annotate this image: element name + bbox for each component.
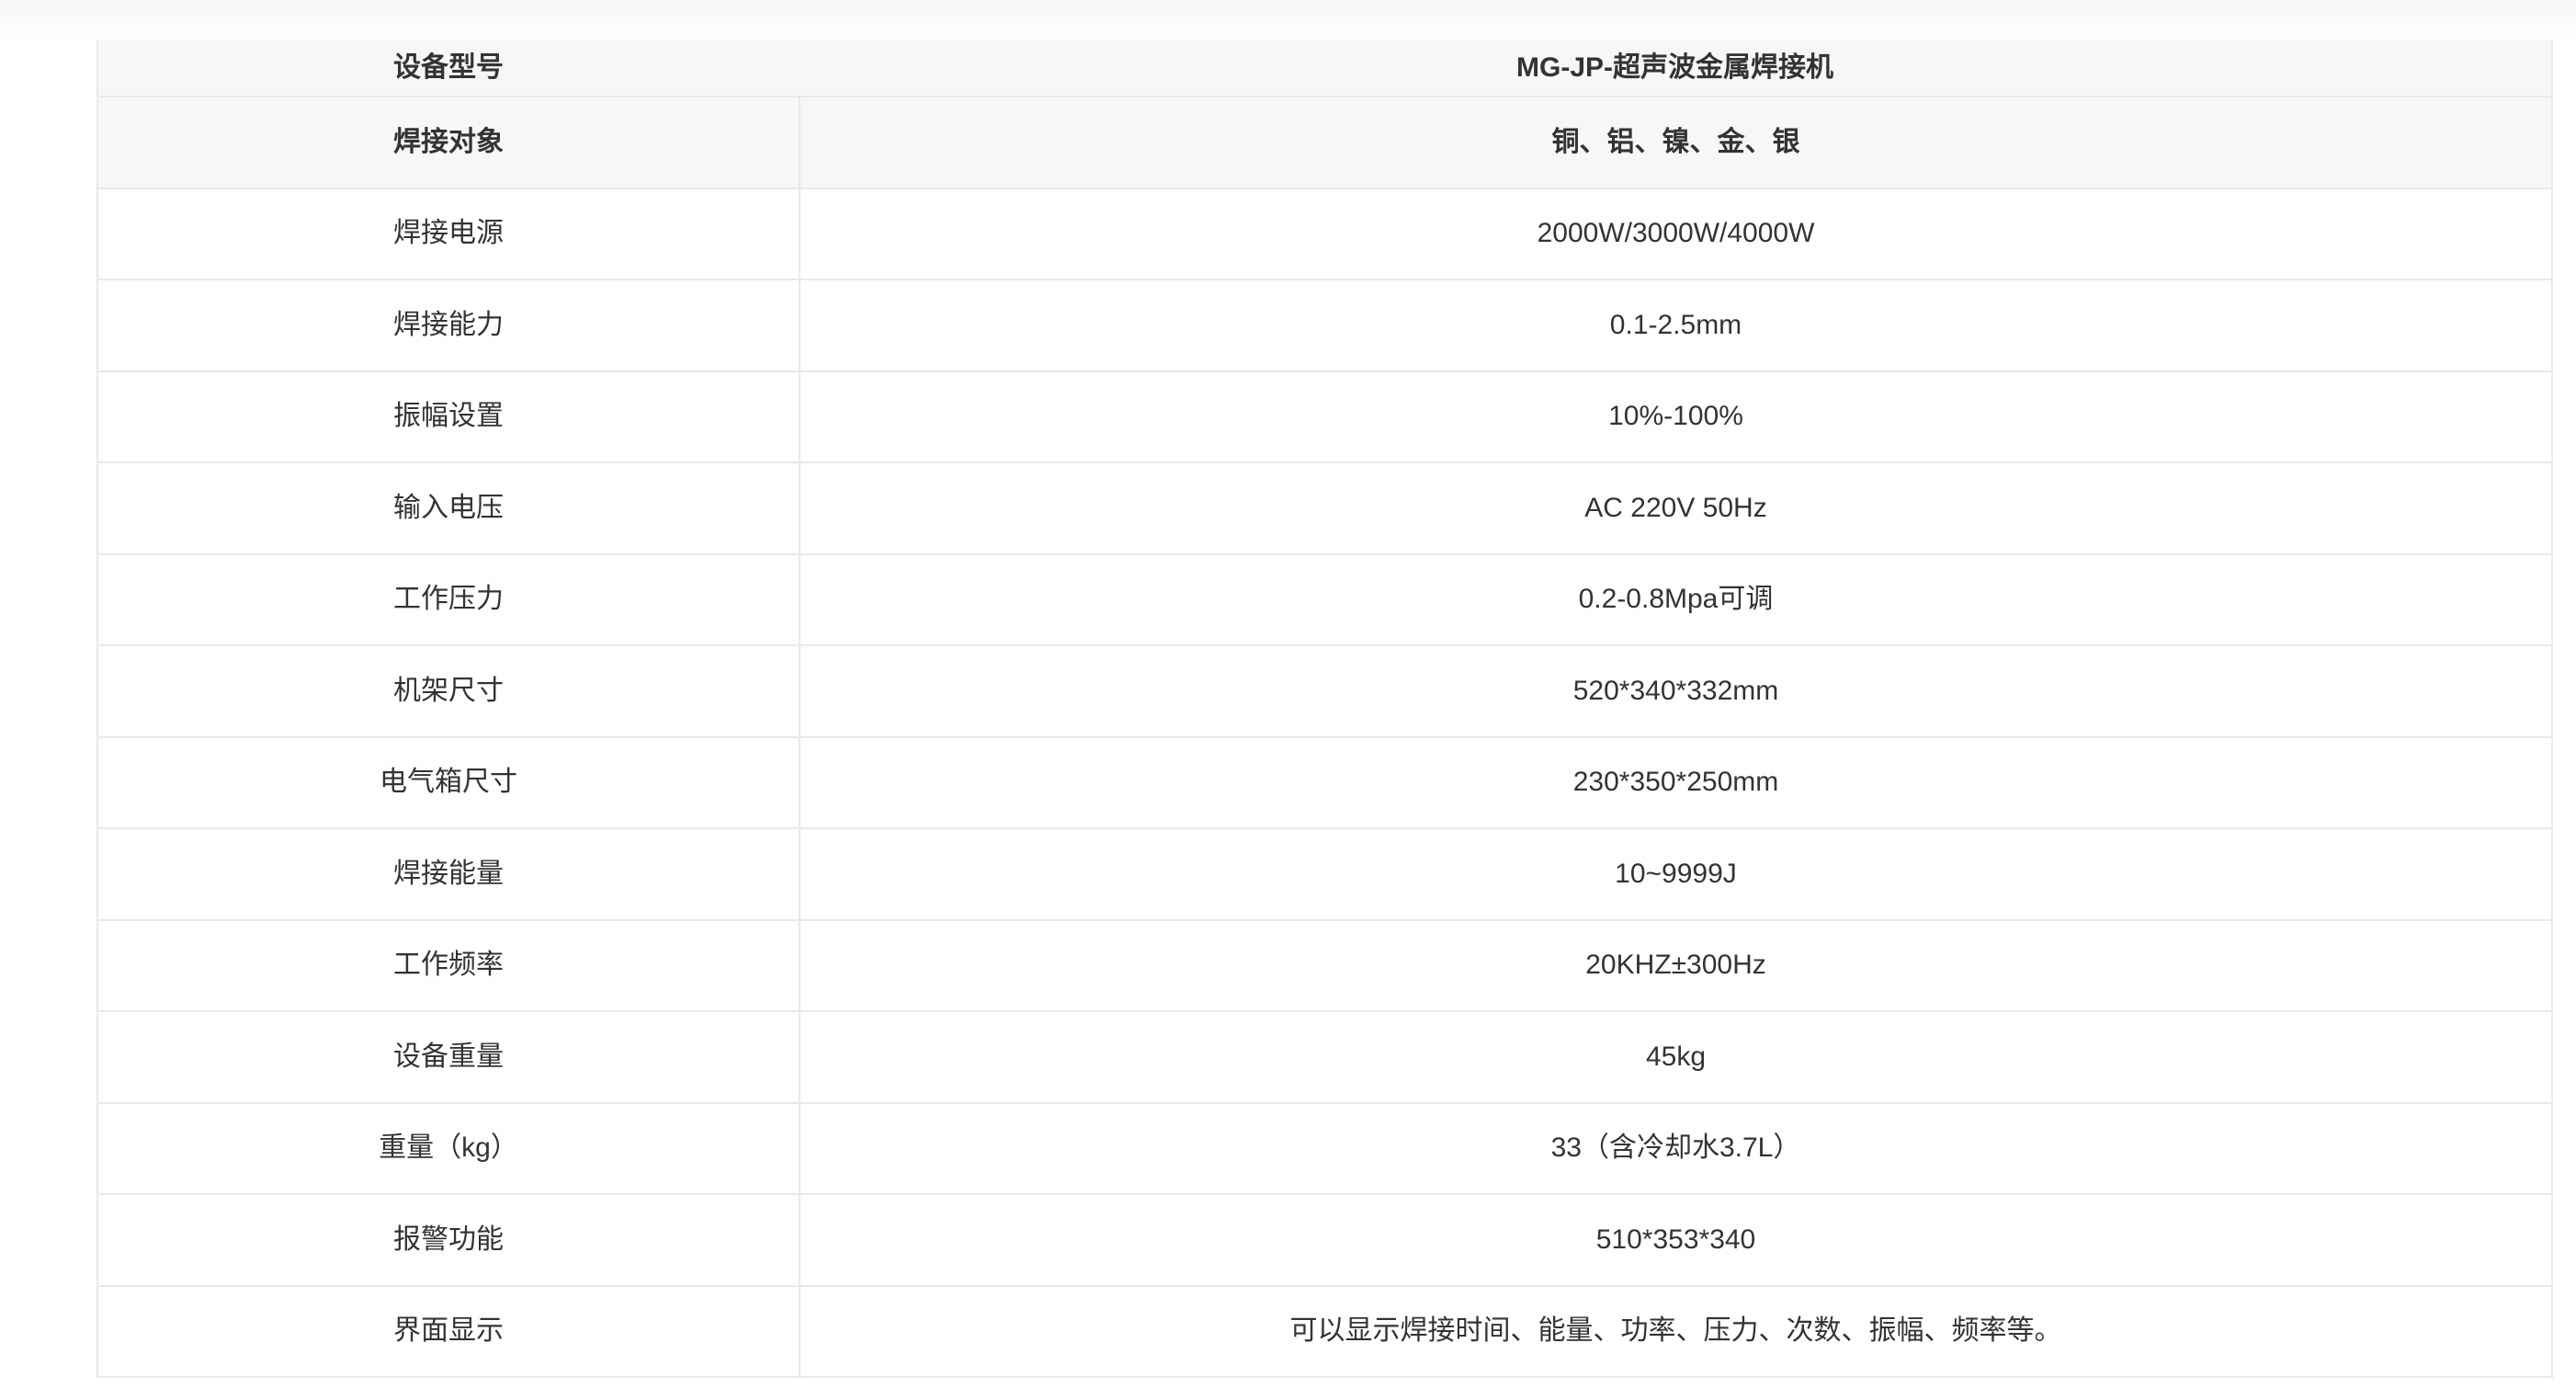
spec-value: 可以显示焊接时间、能量、功率、压力、次数、振幅、频率等。 [799, 1287, 2551, 1377]
spec-value: 520*340*332mm [799, 646, 2551, 736]
table-body: 焊接对象 铜、铝、镍、金、银 焊接电源 2000W/3000W/4000W 焊接… [98, 96, 2551, 1376]
spec-value: 0.2-0.8Mpa可调 [799, 555, 2551, 645]
spec-label: 重量（kg） [98, 1104, 799, 1194]
spec-value: 铜、铝、镍、金、银 [799, 97, 2551, 188]
spec-value: 10~9999J [799, 829, 2551, 919]
table-row: 焊接电源 2000W/3000W/4000W [98, 188, 2551, 279]
spec-value: 10%-100% [799, 372, 2551, 462]
spec-value: 0.1-2.5mm [799, 280, 2551, 370]
spec-label: 焊接电源 [98, 189, 799, 279]
table-row: 界面显示 可以显示焊接时间、能量、功率、压力、次数、振幅、频率等。 [98, 1285, 2551, 1377]
table-row: 重量（kg） 33（含冷却水3.7L） [98, 1102, 2551, 1194]
table-row: 工作压力 0.2-0.8Mpa可调 [98, 553, 2551, 645]
table-row: 电气箱尺寸 230*350*250mm [98, 736, 2551, 828]
spec-label: 电气箱尺寸 [98, 738, 799, 828]
spec-value: 33（含冷却水3.7L） [799, 1104, 2551, 1194]
spec-label: 焊接能力 [98, 280, 799, 370]
header-label-cell: 设备型号 [98, 40, 799, 96]
table-row: 焊接能量 10~9999J [98, 827, 2551, 919]
spec-label: 焊接对象 [98, 97, 799, 188]
spec-label: 工作频率 [98, 921, 799, 1011]
spec-value: 20KHZ±300Hz [799, 921, 2551, 1011]
table-header-row: 设备型号 MG-JP-超声波金属焊接机 [98, 40, 2551, 96]
spec-label: 设备重量 [98, 1012, 799, 1102]
spec-label: 焊接能量 [98, 829, 799, 919]
spec-label: 工作压力 [98, 555, 799, 645]
spec-label: 界面显示 [98, 1287, 799, 1377]
header-value-cell: MG-JP-超声波金属焊接机 [799, 40, 2551, 96]
table-row: 工作频率 20KHZ±300Hz [98, 919, 2551, 1011]
table-row: 焊接能力 0.1-2.5mm [98, 279, 2551, 370]
table-row: 振幅设置 10%-100% [98, 370, 2551, 462]
spec-value: 2000W/3000W/4000W [799, 189, 2551, 279]
spec-value: 230*350*250mm [799, 738, 2551, 828]
spec-label: 机架尺寸 [98, 646, 799, 736]
spec-table: 设备型号 MG-JP-超声波金属焊接机 焊接对象 铜、铝、镍、金、银 焊接电源 … [96, 40, 2553, 1378]
page: 设备型号 MG-JP-超声波金属焊接机 焊接对象 铜、铝、镍、金、银 焊接电源 … [0, 0, 2576, 1400]
spec-label: 振幅设置 [98, 372, 799, 462]
table-row: 机架尺寸 520*340*332mm [98, 644, 2551, 736]
spec-value: 510*353*340 [799, 1195, 2551, 1285]
spec-label: 报警功能 [98, 1195, 799, 1285]
spec-label: 输入电压 [98, 463, 799, 553]
spec-value: 45kg [799, 1012, 2551, 1102]
top-shadow-band [0, 0, 2576, 40]
spec-value: AC 220V 50Hz [799, 463, 2551, 553]
table-row: 报警功能 510*353*340 [98, 1193, 2551, 1285]
table-row: 设备重量 45kg [98, 1010, 2551, 1102]
table-row: 输入电压 AC 220V 50Hz [98, 461, 2551, 553]
table-row: 焊接对象 铜、铝、镍、金、银 [98, 96, 2551, 188]
